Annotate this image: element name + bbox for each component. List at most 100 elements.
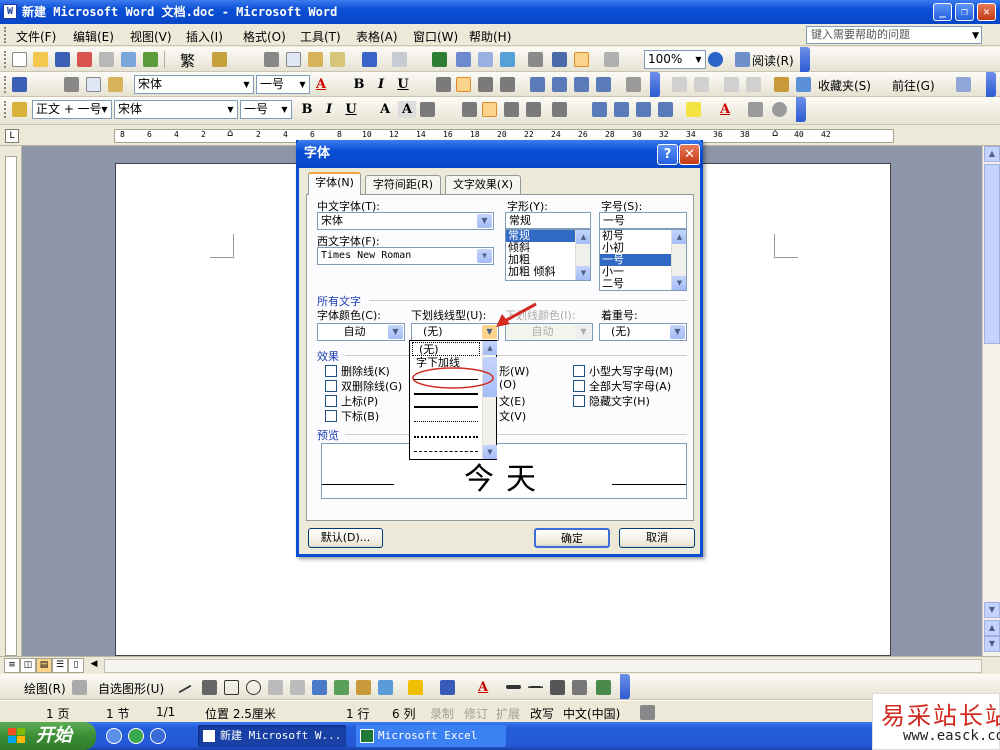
shadow-style-icon[interactable] (572, 680, 587, 695)
insert-excel-icon[interactable] (500, 52, 515, 67)
status-ext[interactable]: 扩展 (496, 705, 520, 722)
paste-icon[interactable] (308, 52, 323, 67)
search-web-icon[interactable] (796, 77, 811, 92)
save-icon[interactable] (12, 77, 27, 92)
underline-option-dashed[interactable] (414, 451, 478, 452)
toolbar-grip[interactable] (4, 76, 7, 93)
tab-character-spacing[interactable]: 字符间距(R) (365, 175, 441, 194)
tab-text-effects[interactable]: 文字效果(X) (445, 175, 521, 194)
font-style-input[interactable]: 常规 (505, 212, 591, 229)
read-mode-icon[interactable] (735, 52, 750, 67)
permission-icon[interactable] (77, 52, 92, 67)
underline-style-select[interactable]: (无) ▼ (411, 323, 499, 341)
font-size-select-2[interactable]: 一号 ▼ (240, 100, 292, 119)
scroll-up-icon[interactable]: ▲ (672, 230, 686, 244)
close-button[interactable]: ✕ (977, 3, 996, 21)
underline-option-none[interactable]: (无) (412, 342, 480, 356)
quicklaunch-browser-icon[interactable] (128, 728, 144, 744)
align-right-icon[interactable] (478, 77, 493, 92)
emphasis-select[interactable]: (无) ▼ (599, 323, 687, 341)
text-direction-icon[interactable] (626, 77, 641, 92)
toolbar-options-icon[interactable] (796, 97, 806, 122)
ok-button[interactable]: 确定 (534, 528, 610, 548)
underline-option-single[interactable] (414, 379, 478, 380)
forward-icon[interactable] (694, 77, 709, 92)
underline-option-thick[interactable] (414, 406, 478, 408)
font-size-list[interactable]: 初号 小初 一号 小一 二号 ▲ ▼ (599, 229, 687, 291)
textbox-icon[interactable] (268, 680, 283, 695)
horizontal-scroll-track[interactable] (104, 659, 982, 673)
menu-insert[interactable]: 插入(I) (186, 28, 223, 45)
toolbar-options-icon[interactable] (620, 674, 630, 699)
print-view-icon[interactable]: ▤ (36, 658, 52, 673)
chevron-down-icon[interactable]: ▼ (477, 249, 492, 263)
decrease-indent-icon[interactable] (636, 102, 651, 117)
highlight-icon[interactable] (686, 102, 701, 117)
scroll-down-icon[interactable]: ▼ (672, 276, 686, 290)
goto-menu[interactable]: 前往(G) (892, 77, 935, 94)
arrow-style-icon[interactable] (550, 680, 565, 695)
rectangle-icon[interactable] (224, 680, 239, 695)
underline-color-select[interactable]: 自动 ▼ (505, 323, 593, 341)
minimize-button[interactable]: _ (933, 3, 952, 21)
char-shading-button[interactable]: A (398, 101, 416, 118)
word-app-icon[interactable]: W (3, 4, 17, 19)
vertical-ruler[interactable] (0, 146, 22, 656)
open-folder-icon[interactable] (33, 52, 48, 67)
right-indent-marker[interactable]: ⌂ (772, 128, 778, 139)
font-color-button-2[interactable]: A (716, 101, 734, 118)
fill-color-icon[interactable] (408, 680, 423, 695)
help-search-input[interactable]: 键入需要帮助的问题 ▼ (806, 26, 982, 44)
scroll-up-icon[interactable]: ▲ (984, 146, 1000, 162)
spelling-icon[interactable] (143, 52, 158, 67)
line-icon[interactable] (178, 684, 192, 694)
status-ovr[interactable]: 改写 (530, 705, 554, 722)
maximize-button[interactable]: ❐ (955, 3, 974, 21)
chevron-down-icon[interactable]: ▼ (224, 101, 237, 118)
underline-button[interactable]: U (394, 76, 412, 93)
small-caps-checkbox[interactable] (573, 365, 585, 377)
vertical-textbox-icon[interactable] (290, 680, 305, 695)
justify-icon[interactable] (526, 102, 541, 117)
align-left-icon[interactable] (436, 77, 451, 92)
italic-button-2[interactable]: I (320, 101, 338, 118)
underline-style-dropdown[interactable]: (无) 字下加线 ▲ ▼ (409, 340, 497, 460)
menubar-grip[interactable] (4, 27, 7, 43)
toolbar-options-icon[interactable] (986, 72, 996, 97)
draw-menu[interactable]: 绘图(R) (24, 680, 66, 697)
prev-page-icon[interactable]: ▲ (984, 620, 1000, 636)
drawing-icon[interactable] (552, 52, 567, 67)
bullets-icon[interactable] (614, 102, 629, 117)
bold-button-2[interactable]: B (298, 101, 316, 118)
char-scale-icon[interactable] (420, 102, 435, 117)
chevron-down-icon[interactable]: ▼ (576, 325, 591, 339)
chevron-down-icon[interactable]: ▼ (296, 76, 309, 93)
normal-view-icon[interactable]: ≡ (4, 658, 20, 673)
font-size-input[interactable]: 一号 (599, 212, 687, 229)
web-view-icon[interactable]: ◫ (20, 658, 36, 673)
western-font-select[interactable]: Times New Roman ▼ (317, 247, 494, 265)
indent-marker[interactable]: ⌂ (227, 128, 233, 139)
spelling-status-icon[interactable] (640, 705, 655, 720)
diagram-icon[interactable] (334, 680, 349, 695)
chinese-font-select[interactable]: 宋体 ▼ (317, 212, 494, 230)
taskbar-excel-task[interactable]: Microsoft Excel (356, 725, 506, 747)
copy-icon[interactable] (86, 77, 101, 92)
read-button[interactable]: 阅读(R) (752, 52, 794, 69)
tables-borders-icon[interactable] (456, 52, 471, 67)
enclose-characters-icon[interactable] (772, 102, 787, 117)
format-painter-icon[interactable] (330, 52, 345, 67)
decrease-indent-icon[interactable] (574, 77, 589, 92)
numbering-icon[interactable] (592, 102, 607, 117)
chevron-down-icon[interactable]: ▼ (278, 101, 291, 118)
paste-icon[interactable] (108, 77, 123, 92)
align-left-icon[interactable] (462, 102, 477, 117)
back-icon[interactable] (672, 77, 687, 92)
default-button[interactable]: 默认(D)... (308, 528, 383, 548)
list-scrollbar[interactable]: ▲ ▼ (575, 230, 590, 280)
toolbar-grip[interactable] (4, 51, 7, 68)
show-only-web-toolbar-icon[interactable] (956, 77, 971, 92)
select-objects-icon[interactable] (72, 680, 87, 695)
justify-icon[interactable] (500, 77, 515, 92)
dialog-help-button[interactable]: ? (657, 144, 678, 165)
